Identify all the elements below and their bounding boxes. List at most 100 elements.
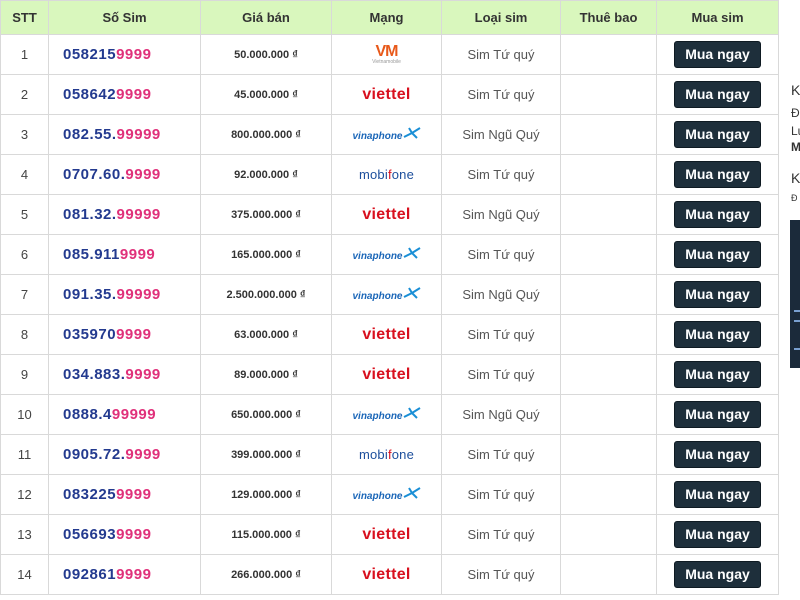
sim-number[interactable]: 0359709999 <box>48 314 201 355</box>
table-row: 8 0359709999 63.000.000 ₫ viettel Sim Tứ quý… <box>0 314 779 355</box>
sim-number-suffix[interactable]: 9999 <box>116 46 151 63</box>
sim-number-prefix[interactable]: 0905.72. <box>63 446 125 463</box>
sim-number[interactable]: 0832259999 <box>48 474 201 515</box>
buy-now-button[interactable]: Mua ngay <box>674 481 761 508</box>
row-number: 6 <box>0 234 49 275</box>
sim-number-suffix[interactable]: 9999 <box>120 246 155 263</box>
sim-number-prefix[interactable]: 091.35. <box>63 286 117 303</box>
sidebar-fragment: K <box>791 170 800 186</box>
sim-number-suffix[interactable]: 99999 <box>117 206 161 223</box>
network-cell: vinaphone <box>331 274 442 315</box>
sim-number-prefix[interactable]: 056693 <box>63 526 116 543</box>
sim-type: Sim Ngũ Quý <box>441 114 561 155</box>
buy-now-button[interactable]: Mua ngay <box>674 81 761 108</box>
sim-number-prefix[interactable]: 092861 <box>63 566 116 583</box>
buy-now-button[interactable]: Mua ngay <box>674 121 761 148</box>
sim-number-suffix[interactable]: 99999 <box>117 126 161 143</box>
sim-number-suffix[interactable]: 9999 <box>125 166 160 183</box>
sim-number-suffix[interactable]: 9999 <box>125 366 160 383</box>
sim-number[interactable]: 0566939999 <box>48 514 201 555</box>
sim-number-prefix[interactable]: 0888.4 <box>63 406 112 423</box>
table-row: 14 0928619999 266.000.000 ₫ viettel Sim Tứ q… <box>0 554 779 595</box>
sim-number[interactable]: 082.55.99999 <box>48 114 201 155</box>
buy-now-button[interactable]: Mua ngay <box>674 441 761 468</box>
sim-number-suffix[interactable]: 9999 <box>116 526 151 543</box>
sim-number-prefix[interactable]: 083225 <box>63 486 116 503</box>
vinaphone-logo-text: vinaphone <box>352 291 403 302</box>
network-cell: viettel <box>331 554 442 595</box>
sim-number-suffix[interactable]: 9999 <box>116 486 151 503</box>
sim-number-prefix[interactable]: 035970 <box>63 326 116 343</box>
sim-type: Sim Tứ quý <box>441 514 561 555</box>
banner-detail <box>794 310 800 312</box>
sim-number-prefix[interactable]: 082.55. <box>63 126 117 143</box>
buy-now-button[interactable]: Mua ngay <box>674 201 761 228</box>
sim-number-prefix[interactable]: 081.32. <box>63 206 117 223</box>
buy-now-button[interactable]: Mua ngay <box>674 281 761 308</box>
sim-number-suffix[interactable]: 9999 <box>116 86 151 103</box>
sim-type: Sim Tứ quý <box>441 554 561 595</box>
sim-number-suffix[interactable]: 9999 <box>116 566 151 583</box>
table-row: 13 0566939999 115.000.000 ₫ viettel Sim Tứ q… <box>0 514 779 555</box>
sim-price: 650.000.000 ₫ <box>200 394 332 435</box>
sim-type: Sim Tứ quý <box>441 74 561 115</box>
sim-number-suffix[interactable]: 9999 <box>116 326 151 343</box>
sim-number-prefix[interactable]: 0707.60. <box>63 166 125 183</box>
sim-number-prefix[interactable]: 058642 <box>63 86 116 103</box>
sim-number[interactable]: 0905.72.9999 <box>48 434 201 475</box>
sim-number-prefix[interactable]: 058215 <box>63 46 116 63</box>
sim-number-suffix[interactable]: 99999 <box>112 406 156 423</box>
sim-type: Sim Tứ quý <box>441 234 561 275</box>
buy-now-button[interactable]: Mua ngay <box>674 321 761 348</box>
viettel-logo: viettel <box>362 325 411 343</box>
mobifone-logo: mobifone <box>359 167 414 182</box>
sim-type: Sim Ngũ Quý <box>441 194 561 235</box>
sim-number[interactable]: 091.35.99999 <box>48 274 201 315</box>
vinaphone-logo: vinaphone <box>352 127 421 142</box>
network-cell: vinaphone <box>331 114 442 155</box>
buy-now-button[interactable]: Mua ngay <box>674 561 761 588</box>
sim-number-prefix[interactable]: 034.883. <box>63 366 125 383</box>
network-cell: viettel <box>331 354 442 395</box>
table-row: 1 0582159999 50.000.000 ₫ VM Vietnamobile Sim… <box>0 34 779 75</box>
network-cell: viettel <box>331 314 442 355</box>
mobifone-logo-c: one <box>391 167 415 182</box>
network-cell: vinaphone <box>331 394 442 435</box>
sim-number-suffix[interactable]: 99999 <box>117 286 161 303</box>
sim-number[interactable]: 0582159999 <box>48 34 201 75</box>
sim-type: Sim Tứ quý <box>441 154 561 195</box>
buy-now-button[interactable]: Mua ngay <box>674 401 761 428</box>
sim-number[interactable]: 0888.499999 <box>48 394 201 435</box>
subscription-cell <box>560 154 657 195</box>
buy-now-button[interactable]: Mua ngay <box>674 41 761 68</box>
sim-number[interactable]: 034.883.9999 <box>48 354 201 395</box>
subscription-cell <box>560 274 657 315</box>
sim-number[interactable]: 0707.60.9999 <box>48 154 201 195</box>
sim-type: Sim Ngũ Quý <box>441 274 561 315</box>
buy-now-button[interactable]: Mua ngay <box>674 161 761 188</box>
sidebar-banner-image[interactable] <box>790 220 800 368</box>
table-row: 4 0707.60.9999 92.000.000 ₫ mobifone Sim Tứ … <box>0 154 779 195</box>
sim-number-prefix[interactable]: 085.911 <box>63 246 120 263</box>
sim-number[interactable]: 085.9119999 <box>48 234 201 275</box>
sim-number-suffix[interactable]: 9999 <box>125 446 160 463</box>
buy-cell: Mua ngay <box>656 234 779 275</box>
subscription-cell <box>560 194 657 235</box>
sim-number[interactable]: 0928619999 <box>48 554 201 595</box>
subscription-cell <box>560 34 657 75</box>
sim-price: 50.000.000 ₫ <box>200 34 332 75</box>
sim-number[interactable]: 0586429999 <box>48 74 201 115</box>
table-header: STT Số Sim Giá bán Mạng Loại sim Thuê ba… <box>0 0 779 35</box>
table-row: 6 085.9119999 165.000.000 ₫ vinaphone Sim Tứ… <box>0 234 779 275</box>
buy-cell: Mua ngay <box>656 34 779 75</box>
header-row: STT Số Sim Giá bán Mạng Loại sim Thuê ba… <box>0 0 779 35</box>
table-row: 12 0832259999 129.000.000 ₫ vinaphone Sim Tứ… <box>0 474 779 515</box>
sim-number[interactable]: 081.32.99999 <box>48 194 201 235</box>
buy-now-button[interactable]: Mua ngay <box>674 241 761 268</box>
header-stt: STT <box>0 0 49 35</box>
buy-now-button[interactable]: Mua ngay <box>674 521 761 548</box>
buy-now-button[interactable]: Mua ngay <box>674 361 761 388</box>
sim-price: 92.000.000 ₫ <box>200 154 332 195</box>
mobifone-logo-a: mobi <box>358 167 388 182</box>
mobifone-logo: mobifone <box>359 447 414 462</box>
